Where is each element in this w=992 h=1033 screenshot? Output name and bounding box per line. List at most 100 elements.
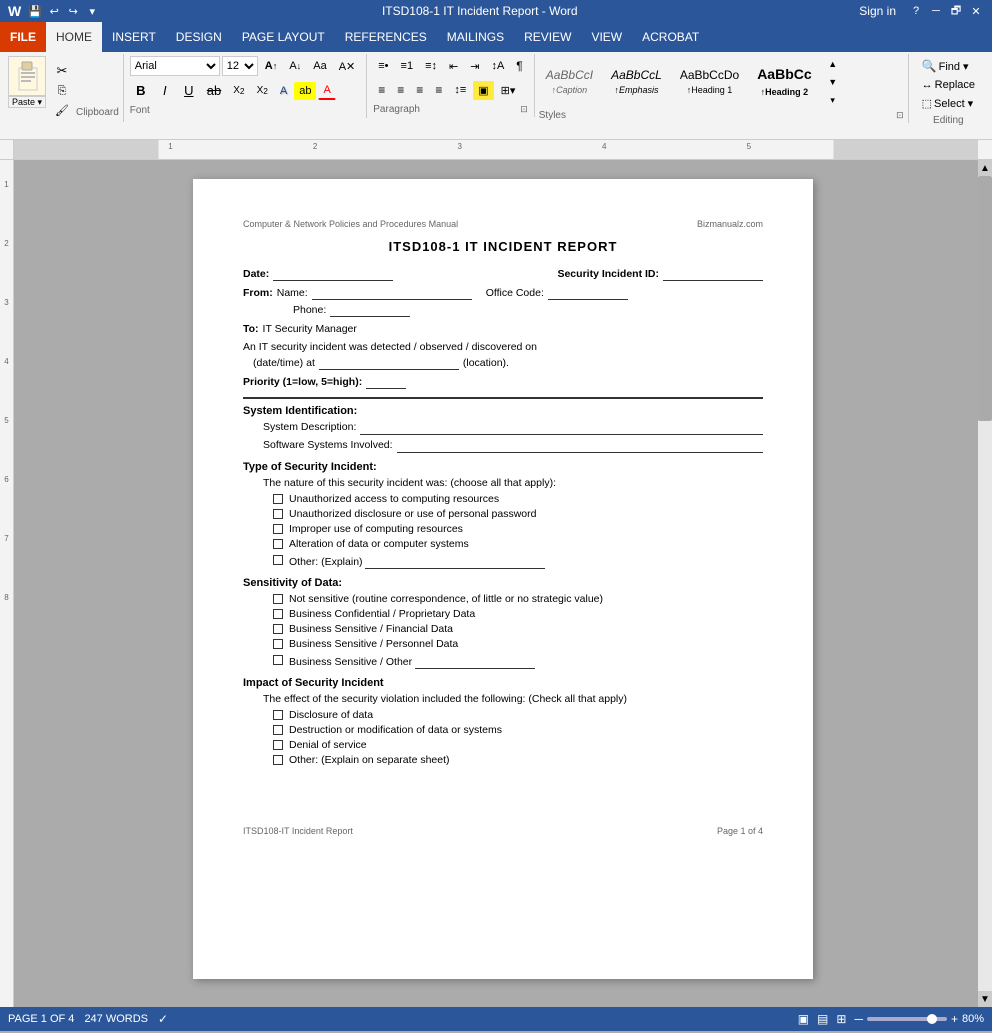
zoom-in-btn[interactable]: +	[951, 1012, 958, 1026]
tab-review[interactable]: REVIEW	[514, 22, 581, 52]
decrease-indent-btn[interactable]: ⇤	[444, 57, 463, 76]
phone-field[interactable]	[330, 304, 410, 317]
view-print-btn[interactable]: ▣	[798, 1012, 809, 1026]
check-impact-2[interactable]	[273, 725, 283, 735]
shrink-font-btn[interactable]: A↓	[284, 57, 306, 75]
datetime-field[interactable]	[319, 357, 459, 370]
show-formatting-btn[interactable]: ¶	[511, 56, 527, 76]
bold-btn[interactable]: B	[130, 80, 152, 101]
check-type-5[interactable]	[273, 555, 283, 565]
superscript-btn[interactable]: X2	[252, 82, 273, 99]
check-impact-4[interactable]	[273, 755, 283, 765]
save-btn[interactable]: 💾	[27, 4, 43, 18]
justify-btn[interactable]: ≡	[430, 80, 447, 100]
view-full-btn[interactable]: ▤	[817, 1012, 828, 1026]
software-field[interactable]	[397, 439, 763, 453]
close-btn[interactable]: ✕	[968, 4, 984, 18]
style-caption-btn[interactable]: AaBbCcI↑Caption	[539, 65, 600, 99]
clear-formatting-btn[interactable]: A✕	[334, 57, 361, 76]
font-color-btn[interactable]: A	[318, 81, 335, 100]
style-h2-btn[interactable]: AaBbCc↑Heading 2	[750, 63, 818, 101]
scrollbar-vertical[interactable]: ▲ ▼	[978, 160, 992, 1007]
borders-btn[interactable]: ⊞▾	[496, 81, 521, 100]
styles-scroll-up[interactable]: ▲	[825, 56, 841, 72]
scroll-thumb[interactable]	[978, 176, 992, 421]
paste-dropdown[interactable]: Paste ▾	[8, 96, 46, 108]
align-center-btn[interactable]: ≡	[392, 80, 409, 100]
replace-btn[interactable]: ↔ Replace	[917, 76, 980, 94]
copy-btn[interactable]: ⎘	[50, 82, 74, 101]
tab-home[interactable]: HOME	[46, 22, 102, 52]
security-id-field[interactable]	[663, 268, 763, 281]
help-btn[interactable]: ?	[908, 4, 924, 18]
scroll-down-btn[interactable]: ▼	[978, 991, 992, 1007]
zoom-out-btn[interactable]: ─	[854, 1012, 863, 1026]
text-effects-btn[interactable]: A	[275, 82, 292, 100]
shading-btn[interactable]: ▣	[473, 81, 493, 100]
highlight-btn[interactable]: ab	[294, 82, 316, 100]
change-case-btn[interactable]: Aa	[308, 57, 331, 75]
name-field[interactable]	[312, 287, 472, 300]
scroll-up-btn[interactable]: ▲	[978, 160, 992, 176]
priority-field[interactable]	[366, 376, 406, 389]
font-size-select[interactable]: 12	[222, 56, 258, 76]
increase-indent-btn[interactable]: ⇥	[465, 57, 484, 76]
numbering-btn[interactable]: ≡1	[396, 57, 419, 75]
tab-acrobat[interactable]: ACROBAT	[632, 22, 709, 52]
underline-btn[interactable]: U	[178, 80, 200, 101]
check-sens-1[interactable]	[273, 594, 283, 604]
format-painter-btn[interactable]: 🖌	[50, 101, 74, 120]
find-btn[interactable]: 🔍 Find ▾	[917, 56, 980, 76]
tab-insert[interactable]: INSERT	[102, 22, 166, 52]
check-type-4[interactable]	[273, 539, 283, 549]
line-spacing-btn[interactable]: ↕≡	[449, 81, 471, 99]
customize-btn[interactable]: ▾	[84, 4, 100, 18]
check-type-2[interactable]	[273, 509, 283, 519]
grow-font-btn[interactable]: A↑	[260, 57, 283, 75]
check-sens-5[interactable]	[273, 655, 283, 665]
view-web-btn[interactable]: ⊞	[836, 1012, 846, 1026]
tab-mailings[interactable]: MAILINGS	[437, 22, 514, 52]
tab-view[interactable]: VIEW	[581, 22, 632, 52]
signin-link[interactable]: Sign in	[859, 4, 904, 18]
sort-btn[interactable]: ↕A	[486, 57, 509, 75]
check-impact-3[interactable]	[273, 740, 283, 750]
redo-btn[interactable]: ↪	[65, 4, 81, 18]
subscript-btn[interactable]: X2	[228, 82, 249, 99]
tab-page-layout[interactable]: PAGE LAYOUT	[232, 22, 335, 52]
check-sens-4[interactable]	[273, 639, 283, 649]
zoom-slider[interactable]	[867, 1017, 947, 1021]
tab-design[interactable]: DESIGN	[166, 22, 232, 52]
check-impact-1[interactable]	[273, 710, 283, 720]
italic-btn[interactable]: I	[154, 80, 176, 101]
align-left-btn[interactable]: ≡	[373, 80, 390, 100]
font-name-select[interactable]: Arial	[130, 56, 220, 76]
style-h1-btn[interactable]: AaBbCcDo↑Heading 1	[673, 65, 746, 99]
styles-scroll-down[interactable]: ▼	[825, 74, 841, 90]
select-btn[interactable]: ⬚ Select ▾	[917, 94, 980, 113]
paste-btn[interactable]	[8, 56, 46, 96]
align-right-btn[interactable]: ≡	[411, 80, 428, 100]
undo-btn[interactable]: ↩	[46, 4, 62, 18]
style-emphasis-btn[interactable]: AaBbCcL↑Emphasis	[604, 65, 669, 99]
styles-dialog-btn[interactable]: ⊡	[896, 110, 904, 121]
check-type-1[interactable]	[273, 494, 283, 504]
minimize-btn[interactable]: ─	[928, 4, 944, 18]
multilevel-btn[interactable]: ≡↕	[420, 57, 442, 75]
tab-file[interactable]: FILE	[0, 22, 46, 52]
restore-btn[interactable]: 🗗	[948, 4, 964, 18]
paragraph-dialog-btn[interactable]: ⊡	[520, 104, 528, 115]
tab-references[interactable]: REFERENCES	[335, 22, 437, 52]
check-type-3[interactable]	[273, 524, 283, 534]
strikethrough-btn[interactable]: ab	[202, 80, 226, 101]
check-sens-2[interactable]	[273, 609, 283, 619]
office-code-field[interactable]	[548, 287, 628, 300]
bullets-btn[interactable]: ≡•	[373, 57, 393, 75]
check-sens-3[interactable]	[273, 624, 283, 634]
cut-btn[interactable]: ✂	[50, 60, 74, 82]
styles-more[interactable]: ▾	[825, 92, 841, 108]
date-field[interactable]	[273, 268, 393, 281]
zoom-thumb[interactable]	[927, 1014, 937, 1024]
security-id-label: Security Incident ID:	[557, 268, 659, 280]
system-desc-field[interactable]	[360, 421, 763, 435]
